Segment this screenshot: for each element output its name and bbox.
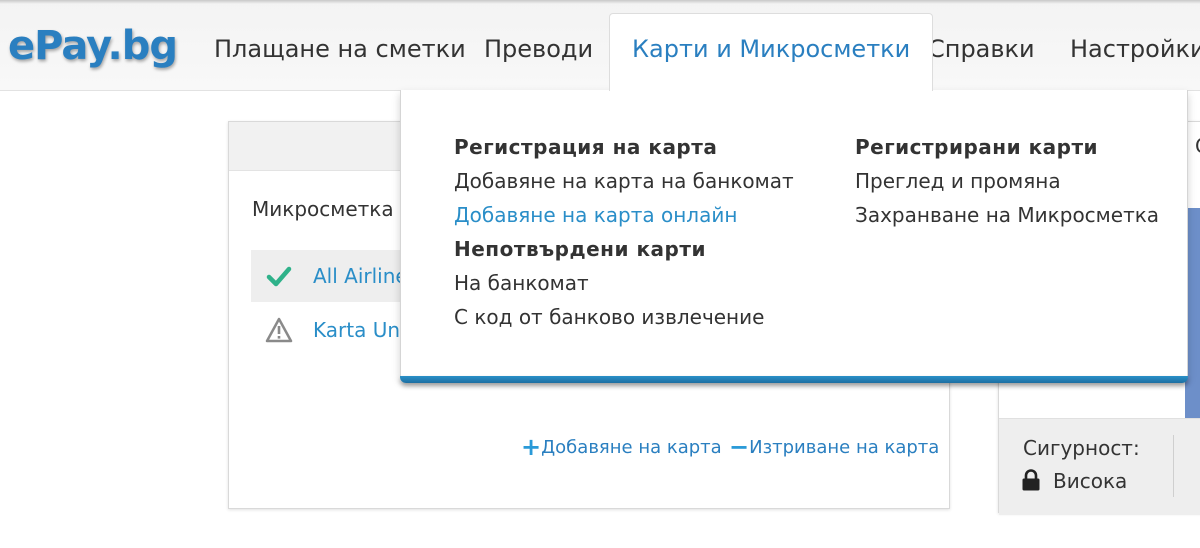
top-up-microaccount-link[interactable]: Захранване на Микросметка (855, 198, 1159, 232)
security-panel: Сигурност: Висока (999, 418, 1200, 515)
remove-card-link[interactable]: −Изтриване на карта (729, 433, 939, 461)
security-level-value: Висока (1053, 469, 1128, 493)
security-level: Висока (1021, 469, 1127, 493)
header-shadow-line (0, 0, 1200, 4)
dropdown-bottom-bar (400, 376, 1188, 383)
app-root: ePay.bg Плащане на сметки Преводи Карти … (0, 0, 1200, 548)
lock-icon (1022, 469, 1040, 491)
card-name-link[interactable]: Karta Uni (313, 318, 406, 342)
card-name-link[interactable]: All Airline (313, 264, 408, 288)
cards-dropdown-menu: Регистрация на карта Добавяне на карта н… (400, 90, 1188, 383)
remove-card-label: Изтриване на карта (749, 437, 940, 458)
dropdown-column-registered: Регистрирани карти Преглед и промяна Зах… (855, 130, 1159, 232)
security-label: Сигурност: (1023, 436, 1140, 460)
top-navigation-bar: ePay.bg Плащане на сметки Преводи Карти … (0, 0, 1200, 91)
add-card-link[interactable]: +Добавяне на карта (521, 433, 722, 461)
check-icon (266, 266, 292, 287)
nav-transfers[interactable]: Преводи (484, 24, 593, 74)
warning-icon (265, 317, 293, 343)
confirm-at-atm-link[interactable]: На банкомат (454, 266, 794, 300)
nav-reports[interactable]: Справки (928, 24, 1035, 74)
view-and-edit-link[interactable]: Преглед и промяна (855, 164, 1159, 198)
unconfirmed-cards-heading: Непотвърдени карти (454, 237, 706, 261)
epay-logo[interactable]: ePay.bg (8, 18, 178, 74)
nav-bill-payments[interactable]: Плащане на сметки (214, 24, 466, 74)
add-card-at-atm-link[interactable]: Добавяне на карта на банкомат (454, 164, 794, 198)
card-registration-heading: Регистрация на карта (454, 135, 718, 159)
nav-settings[interactable]: Настройки (1070, 24, 1200, 74)
minus-icon: − (729, 433, 750, 461)
card-right-header-text: С (1195, 134, 1200, 158)
plus-icon: + (521, 433, 542, 461)
nav-cards-and-microaccounts[interactable]: Карти и Микросметки (609, 13, 934, 91)
registered-cards-heading: Регистрирани карти (855, 135, 1099, 159)
add-card-label: Добавяне на карта (541, 437, 722, 458)
divider (1173, 435, 1174, 497)
confirm-with-bank-statement-code-link[interactable]: С код от банково извлечение (454, 300, 794, 334)
microaccount-label: Микросметка (252, 197, 394, 221)
add-card-online-link[interactable]: Добавяне на карта онлайн (454, 198, 794, 232)
dropdown-column-registration: Регистрация на карта Добавяне на карта н… (454, 130, 794, 334)
